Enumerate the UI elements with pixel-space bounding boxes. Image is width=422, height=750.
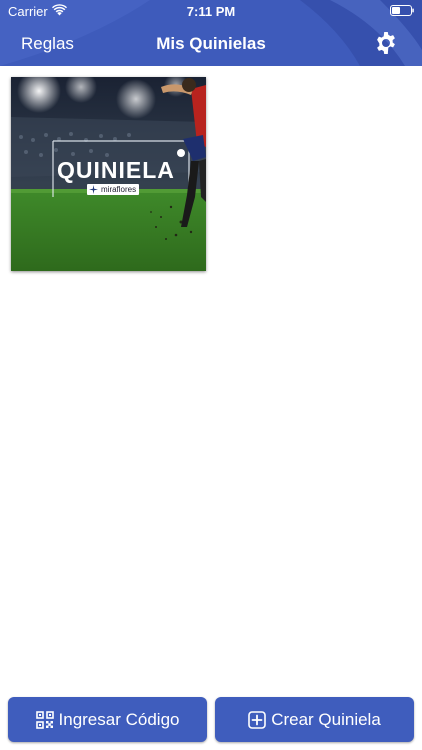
- battery-icon: [390, 5, 414, 16]
- screen: Carrier 7:11 PM Reglas Mis Quinielas QUI…: [0, 0, 422, 750]
- quiniela-list: QUINIELA miraflores: [0, 66, 422, 686]
- enter-code-button[interactable]: Ingresar Código: [8, 697, 207, 742]
- quiniela-card[interactable]: QUINIELA miraflores: [11, 77, 206, 271]
- create-quiniela-label: Crear Quiniela: [271, 709, 381, 729]
- nav-bar: Reglas Mis Quinielas: [0, 22, 422, 66]
- sponsor-logo-icon: [89, 185, 98, 194]
- status-time: 7:11 PM: [186, 4, 236, 19]
- sponsor-badge: miraflores: [87, 184, 140, 195]
- quiniela-title: QUINIELA: [57, 157, 175, 183]
- status-bar: Carrier 7:11 PM: [0, 0, 422, 22]
- qr-code-icon: [35, 710, 54, 729]
- header: Carrier 7:11 PM Reglas Mis Quinielas: [0, 0, 422, 66]
- plus-square-icon: [248, 710, 266, 729]
- enter-code-label: Ingresar Código: [58, 709, 180, 729]
- sponsor-label: miraflores: [101, 185, 137, 194]
- page-title: Mis Quinielas: [156, 34, 266, 53]
- gear-icon[interactable]: [374, 31, 398, 55]
- create-quiniela-button[interactable]: Crear Quiniela: [215, 697, 414, 742]
